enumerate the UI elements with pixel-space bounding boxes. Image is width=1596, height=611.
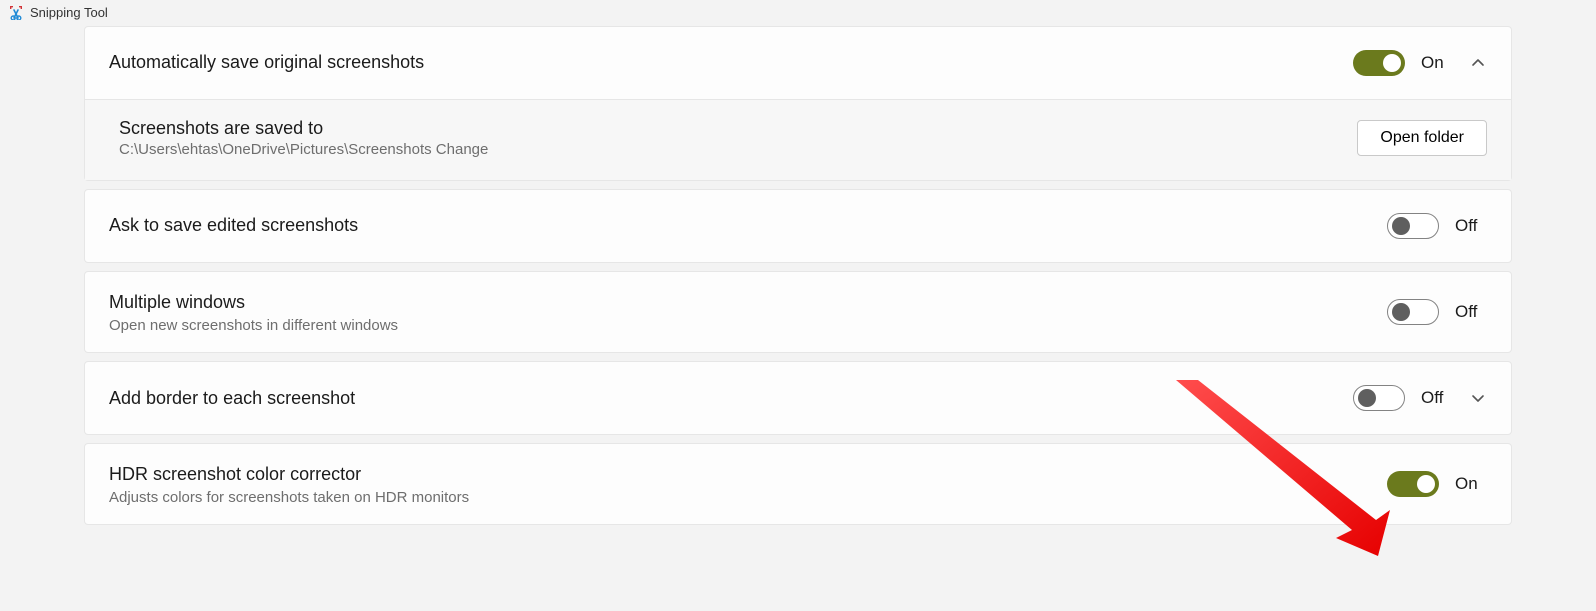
titlebar: Snipping Tool — [0, 0, 1596, 24]
multiple-windows-toggle[interactable] — [1387, 299, 1439, 325]
add-border-toggle[interactable] — [1353, 385, 1405, 411]
setting-hdr-row[interactable]: HDR screenshot color corrector Adjusts c… — [85, 444, 1511, 524]
toggle-state-label: On — [1455, 474, 1487, 494]
snipping-tool-icon — [8, 4, 24, 20]
setting-add-border-row[interactable]: Add border to each screenshot Off — [85, 362, 1511, 434]
setting-title: Automatically save original screenshots — [109, 50, 1353, 75]
open-folder-button[interactable]: Open folder — [1357, 120, 1487, 156]
setting-hdr-corrector: HDR screenshot color corrector Adjusts c… — [84, 443, 1512, 525]
change-link[interactable]: Change — [436, 141, 489, 158]
setting-auto-save: Automatically save original screenshots … — [84, 26, 1512, 181]
toggle-state-label: Off — [1455, 216, 1487, 236]
setting-ask-save-row[interactable]: Ask to save edited screenshots Off — [85, 190, 1511, 262]
chevron-down-icon[interactable] — [1469, 391, 1487, 405]
setting-saved-to: Screenshots are saved to C:\Users\ehtas\… — [85, 99, 1511, 180]
auto-save-toggle[interactable] — [1353, 50, 1405, 76]
setting-add-border: Add border to each screenshot Off — [84, 361, 1512, 435]
save-path: C:\Users\ehtas\OneDrive\Pictures\Screens… — [119, 141, 432, 158]
setting-subtitle: Open new screenshots in different window… — [109, 317, 1387, 334]
setting-multiple-windows-row[interactable]: Multiple windows Open new screenshots in… — [85, 272, 1511, 352]
setting-multiple-windows: Multiple windows Open new screenshots in… — [84, 271, 1512, 353]
ask-save-toggle[interactable] — [1387, 213, 1439, 239]
setting-title: Add border to each screenshot — [109, 386, 1353, 411]
setting-title: Screenshots are saved to — [119, 118, 1357, 139]
toggle-state-label: Off — [1455, 302, 1487, 322]
toggle-state-label: On — [1421, 53, 1453, 73]
setting-subtitle: Adjusts colors for screenshots taken on … — [109, 489, 1387, 506]
setting-title: Multiple windows — [109, 290, 1387, 315]
chevron-up-icon[interactable] — [1469, 56, 1487, 70]
setting-auto-save-row[interactable]: Automatically save original screenshots … — [85, 27, 1511, 99]
app-title: Snipping Tool — [30, 5, 108, 20]
toggle-state-label: Off — [1421, 388, 1453, 408]
settings-list: Automatically save original screenshots … — [0, 24, 1596, 553]
setting-ask-save-edited: Ask to save edited screenshots Off — [84, 189, 1512, 263]
setting-subtitle: C:\Users\ehtas\OneDrive\Pictures\Screens… — [119, 141, 1357, 158]
hdr-toggle[interactable] — [1387, 471, 1439, 497]
setting-title: HDR screenshot color corrector — [109, 462, 1387, 487]
setting-title: Ask to save edited screenshots — [109, 213, 1387, 238]
